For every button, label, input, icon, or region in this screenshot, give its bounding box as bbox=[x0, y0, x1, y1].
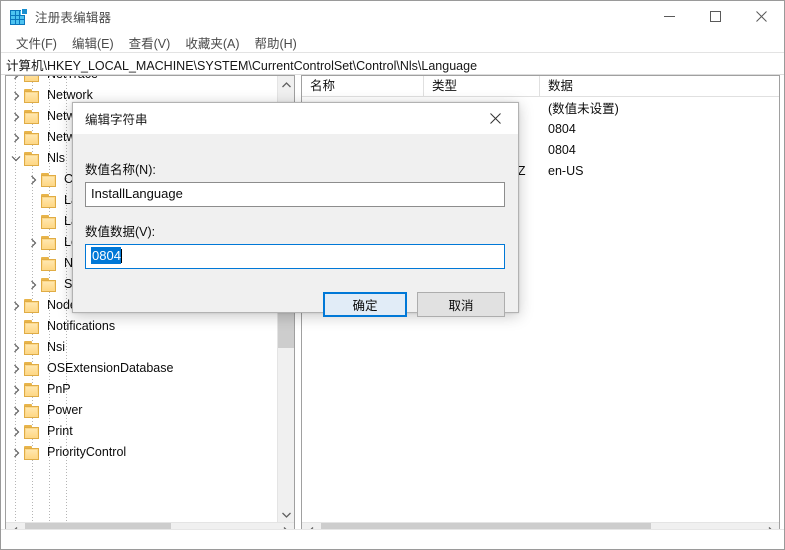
tree-item[interactable]: Print bbox=[6, 421, 278, 442]
tree-item-label: Notifications bbox=[47, 316, 115, 337]
chevron-right-icon[interactable] bbox=[8, 85, 24, 106]
minimize-button[interactable] bbox=[646, 1, 692, 32]
value-name-input[interactable]: InstallLanguage bbox=[85, 182, 505, 207]
tree-spacer bbox=[25, 253, 41, 274]
status-bar bbox=[1, 529, 784, 549]
tree-spacer bbox=[25, 211, 41, 232]
ok-button[interactable]: 确定 bbox=[323, 292, 407, 317]
folder-icon bbox=[24, 425, 41, 439]
tree-item[interactable]: NetTrace bbox=[6, 76, 278, 85]
registry-path: 计算机\HKEY_LOCAL_MACHINE\SYSTEM\CurrentCon… bbox=[6, 55, 477, 74]
folder-icon bbox=[24, 76, 41, 82]
chevron-right-icon[interactable] bbox=[8, 421, 24, 442]
value-data-label: 数值数据(V): bbox=[85, 221, 155, 240]
tree-item-label: PnP bbox=[47, 379, 71, 400]
folder-icon bbox=[24, 110, 41, 124]
menu-bar: 文件(F) 编辑(E) 查看(V) 收藏夹(A) 帮助(H) bbox=[1, 32, 784, 53]
chevron-right-icon[interactable] bbox=[8, 76, 24, 85]
tree-item[interactable]: PnP bbox=[6, 379, 278, 400]
cell-data: (数值未设置) bbox=[540, 98, 780, 117]
dialog-title-bar: 编辑字符串 bbox=[73, 103, 518, 134]
folder-icon bbox=[24, 362, 41, 376]
menu-help[interactable]: 帮助(H) bbox=[247, 31, 304, 54]
value-name-label: 数值名称(N): bbox=[85, 159, 156, 178]
tree-scroll-thumb[interactable] bbox=[278, 312, 295, 348]
tree-spacer bbox=[8, 316, 24, 337]
folder-icon bbox=[41, 236, 58, 250]
tree-item-label: NetTrace bbox=[47, 76, 98, 85]
cancel-button[interactable]: 取消 bbox=[417, 292, 505, 317]
cell-data: en-US bbox=[540, 164, 780, 178]
scroll-down-icon[interactable] bbox=[278, 506, 295, 523]
tree-item[interactable]: OSExtensionDatabase bbox=[6, 358, 278, 379]
chevron-down-icon[interactable] bbox=[8, 148, 24, 169]
column-header-name[interactable]: 名称 bbox=[302, 76, 424, 96]
window-controls bbox=[646, 1, 784, 32]
tree-item[interactable]: PriorityControl bbox=[6, 442, 278, 463]
folder-icon bbox=[41, 194, 58, 208]
menu-edit[interactable]: 编辑(E) bbox=[65, 31, 122, 54]
cell-data: 0804 bbox=[540, 143, 780, 157]
value-data-selected-text: 0804 bbox=[91, 247, 121, 264]
values-column-headers: 名称 类型 数据 bbox=[302, 76, 780, 97]
folder-icon bbox=[24, 89, 41, 103]
tree-item-label: PriorityControl bbox=[47, 442, 126, 463]
folder-icon bbox=[24, 383, 41, 397]
chevron-right-icon[interactable] bbox=[8, 379, 24, 400]
edit-string-dialog: 编辑字符串 数值名称(N): InstallLanguage 数值数据(V): … bbox=[72, 102, 519, 313]
dialog-close-button[interactable] bbox=[473, 103, 518, 133]
chevron-right-icon[interactable] bbox=[8, 106, 24, 127]
tree-item-label: Power bbox=[47, 400, 82, 421]
folder-icon bbox=[41, 257, 58, 271]
chevron-right-icon[interactable] bbox=[25, 232, 41, 253]
title-bar: 注册表编辑器 bbox=[1, 1, 784, 32]
column-header-data[interactable]: 数据 bbox=[540, 76, 779, 96]
address-bar[interactable]: 计算机\HKEY_LOCAL_MACHINE\SYSTEM\CurrentCon… bbox=[1, 54, 784, 75]
chevron-right-icon[interactable] bbox=[8, 337, 24, 358]
registry-editor-window: 注册表编辑器 文件(F) 编辑(E) 查看(V) 收藏夹(A) 帮助(H) 计算… bbox=[0, 0, 785, 550]
tree-item[interactable]: Notifications bbox=[6, 316, 278, 337]
dialog-title: 编辑字符串 bbox=[85, 109, 148, 128]
menu-view[interactable]: 查看(V) bbox=[122, 31, 179, 54]
folder-icon bbox=[24, 131, 41, 145]
tree-item-label: Print bbox=[47, 421, 73, 442]
chevron-right-icon[interactable] bbox=[25, 169, 41, 190]
folder-icon bbox=[41, 173, 58, 187]
folder-icon bbox=[41, 278, 58, 292]
maximize-button[interactable] bbox=[692, 1, 738, 32]
folder-icon bbox=[24, 446, 41, 460]
chevron-right-icon[interactable] bbox=[25, 274, 41, 295]
scroll-up-icon[interactable] bbox=[278, 76, 295, 93]
menu-favorites[interactable]: 收藏夹(A) bbox=[178, 31, 247, 54]
cell-data: 0804 bbox=[540, 122, 780, 136]
column-header-type[interactable]: 类型 bbox=[424, 76, 540, 96]
tree-item-label: Nls bbox=[47, 148, 65, 169]
menu-file[interactable]: 文件(F) bbox=[9, 31, 65, 54]
chevron-right-icon[interactable] bbox=[8, 400, 24, 421]
folder-icon bbox=[24, 320, 41, 334]
folder-icon bbox=[24, 299, 41, 313]
chevron-right-icon[interactable] bbox=[8, 358, 24, 379]
close-button[interactable] bbox=[738, 1, 784, 32]
chevron-right-icon[interactable] bbox=[8, 127, 24, 148]
chevron-right-icon[interactable] bbox=[8, 295, 24, 316]
tree-item[interactable]: Nsi bbox=[6, 337, 278, 358]
text-caret bbox=[121, 249, 122, 263]
tree-item-label: OSExtensionDatabase bbox=[47, 358, 173, 379]
folder-icon bbox=[24, 341, 41, 355]
window-title: 注册表编辑器 bbox=[35, 7, 111, 26]
folder-icon bbox=[24, 404, 41, 418]
tree-item[interactable]: Power bbox=[6, 400, 278, 421]
folder-icon bbox=[41, 215, 58, 229]
folder-icon bbox=[24, 152, 41, 166]
tree-item-label: Nsi bbox=[47, 337, 65, 358]
tree-spacer bbox=[25, 190, 41, 211]
chevron-right-icon[interactable] bbox=[8, 442, 24, 463]
registry-icon bbox=[10, 8, 27, 25]
value-data-input[interactable]: 0804 bbox=[85, 244, 505, 269]
dialog-body: 数值名称(N): InstallLanguage 数值数据(V): 0804 确… bbox=[73, 134, 518, 312]
